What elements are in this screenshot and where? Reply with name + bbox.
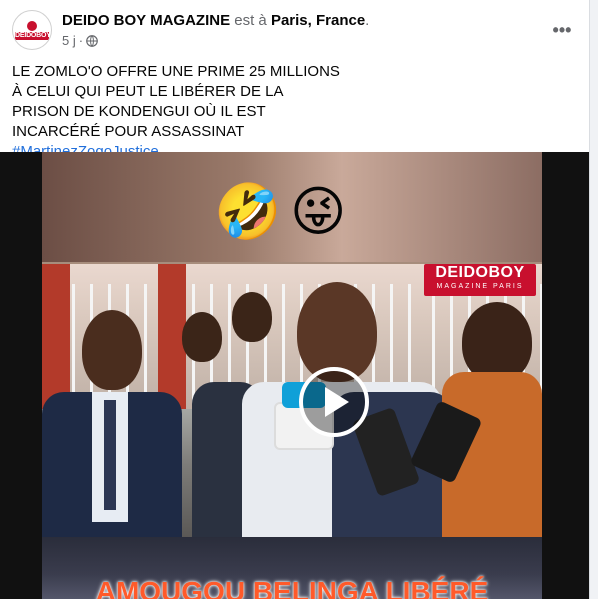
winking-tongue-emoji: 😜 bbox=[290, 182, 347, 242]
video-frame: 🤣 😜 DEIDOBOY MAGAZINE PARIS AMOUGOU BELI… bbox=[42, 152, 542, 599]
location-link[interactable]: Paris, France bbox=[271, 12, 365, 29]
video-player[interactable]: 🤣 😜 DEIDOBOY MAGAZINE PARIS AMOUGOU BELI… bbox=[0, 152, 589, 599]
logo-dot bbox=[27, 20, 37, 31]
play-icon bbox=[325, 387, 349, 417]
caption-text: LE ZOMLO'O OFFRE UNE PRIME 25 MILLIONS À… bbox=[12, 63, 340, 140]
right-woman-head bbox=[462, 302, 532, 382]
page-name-link[interactable]: DEIDO BOY MAGAZINE bbox=[62, 12, 230, 29]
background-person-2 bbox=[232, 292, 272, 342]
author-line: DEIDO BOY MAGAZINE est à Paris, France. bbox=[62, 12, 369, 29]
left-man-head bbox=[82, 310, 142, 390]
facebook-post-card: DEIDOBOY DEIDO BOY MAGAZINE est à Paris,… bbox=[0, 0, 590, 599]
watermark-subtitle: MAGAZINE PARIS bbox=[436, 283, 524, 290]
logo-text: DEIDOBOY bbox=[15, 31, 51, 40]
post-header: DEIDOBOY DEIDO BOY MAGAZINE est à Paris,… bbox=[12, 10, 582, 54]
more-options-button[interactable]: ••• bbox=[548, 16, 576, 44]
video-overlay-caption: AMOUGOU BELINGA LIBÉRÉ bbox=[95, 576, 489, 599]
globe-icon[interactable] bbox=[86, 34, 98, 47]
post-meta: 5 j · bbox=[62, 33, 98, 48]
deidoboy-watermark: DEIDOBOY MAGAZINE PARIS bbox=[424, 264, 536, 296]
page-avatar[interactable]: DEIDOBOY bbox=[12, 10, 52, 50]
watermark-title: DEIDOBOY bbox=[435, 264, 525, 281]
post-timestamp[interactable]: 5 j bbox=[62, 33, 76, 48]
meta-separator: · bbox=[78, 33, 84, 48]
left-man-tie bbox=[104, 400, 116, 510]
location-prefix: est à bbox=[234, 12, 267, 29]
post-caption: LE ZOMLO'O OFFRE UNE PRIME 25 MILLIONS À… bbox=[12, 62, 342, 162]
location-suffix: . bbox=[365, 12, 370, 29]
background-person-1 bbox=[182, 312, 222, 362]
page-logo: DEIDOBOY bbox=[15, 20, 51, 40]
rolling-laughing-emoji: 🤣 bbox=[214, 182, 282, 242]
more-options-icon: ••• bbox=[552, 19, 572, 40]
play-button[interactable] bbox=[299, 367, 369, 437]
